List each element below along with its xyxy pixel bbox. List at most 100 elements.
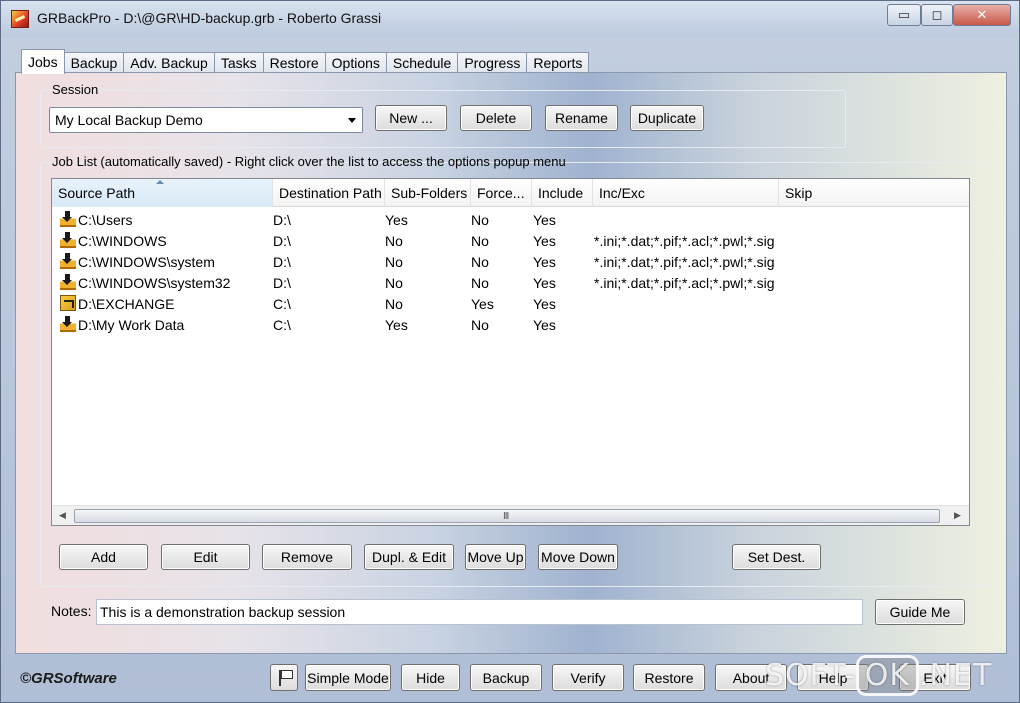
cell-source: C:\WINDOWS\system [78,254,215,270]
cell-source: C:\Users [78,212,133,228]
cell-include: Yes [533,254,556,270]
edit-job-button[interactable]: Edit [161,544,250,570]
cell-force: No [471,212,489,228]
hide-button[interactable]: Hide [401,664,460,691]
session-select-value: My Local Backup Demo [55,112,203,128]
tab-jobs[interactable]: Jobs [21,49,65,74]
job-list[interactable]: Source Path Destination Path Sub-Folders… [51,178,970,526]
cell-sub: No [385,254,403,270]
rename-session-button[interactable]: Rename [545,105,618,131]
job-list-rows: C:\Users D:\ Yes No Yes C:\WINDOWS D:\ N… [52,209,969,335]
simple-mode-button[interactable]: Simple Mode [305,664,391,691]
move-up-button[interactable]: Move Up [465,544,526,570]
restore-button[interactable]: Restore [633,664,705,691]
tab-tasks[interactable]: Tasks [213,52,264,73]
session-select[interactable]: My Local Backup Demo [49,107,363,133]
tab-adv-backup[interactable]: Adv. Backup [123,52,215,73]
column-include[interactable]: Include [532,179,593,207]
cell-source: C:\WINDOWS [78,233,167,249]
cell-source: D:\My Work Data [78,317,185,333]
cell-dest: D:\ [273,254,291,270]
cell-force: No [471,275,489,291]
jobs-panel: Session My Local Backup Demo New ... Del… [15,72,1007,654]
flag-button[interactable] [270,664,298,691]
delete-session-button[interactable]: Delete [460,105,532,131]
cell-sub: No [385,233,403,249]
close-icon: ✕ [976,7,988,22]
window-title: GRBackPro - D:\@GR\HD-backup.grb - Rober… [37,10,382,26]
tab-restore[interactable]: Restore [262,52,326,73]
cell-force: No [471,254,489,270]
column-source-path[interactable]: Source Path [52,179,273,207]
notes-field[interactable]: This is a demonstration backup session [96,599,863,625]
watermark: SOFT- OK .NET [765,655,992,696]
table-row[interactable]: C:\WINDOWS D:\ No No Yes *.ini;*.dat;*.p… [52,230,969,251]
notes-label: Notes: [51,603,92,619]
guide-me-button[interactable]: Guide Me [875,599,965,625]
cell-sub: Yes [385,212,408,228]
table-row[interactable]: C:\Users D:\ Yes No Yes [52,209,969,230]
sort-ascending-icon [156,180,164,184]
cell-force: Yes [471,296,494,312]
title-bar[interactable]: GRBackPro - D:\@GR\HD-backup.grb - Rober… [1,1,1019,37]
cell-include: Yes [533,212,556,228]
tab-backup[interactable]: Backup [63,52,125,73]
cell-incexc: *.ini;*.dat;*.pif;*.acl;*.pwl;*.sig [594,275,775,291]
column-skip[interactable]: Skip [779,179,969,207]
verify-button[interactable]: Verify [552,664,624,691]
table-row[interactable]: C:\WINDOWS\system32 D:\ No No Yes *.ini;… [52,272,969,293]
chevron-down-icon [348,118,356,123]
minimize-button[interactable]: ▭ [887,4,921,26]
download-icon [60,316,76,332]
column-destination-path[interactable]: Destination Path [273,179,385,207]
column-sub-folders[interactable]: Sub-Folders [385,179,471,207]
cell-incexc: *.ini;*.dat;*.pif;*.acl;*.pwl;*.sig [594,254,775,270]
cell-include: Yes [533,233,556,249]
cell-force: No [471,233,489,249]
tab-options[interactable]: Options [324,52,387,73]
cell-force: No [471,317,489,333]
maximize-button[interactable]: ◻ [921,4,953,26]
column-force[interactable]: Force... [471,179,532,207]
session-group-label: Session [52,82,99,97]
tab-schedule[interactable]: Schedule [385,52,459,73]
table-row[interactable]: C:\WINDOWS\system D:\ No No Yes *.ini;*.… [52,251,969,272]
download-icon [60,211,76,227]
remove-job-button[interactable]: Remove [262,544,352,570]
grip-icon: III [503,511,509,522]
column-inc-exc[interactable]: Inc/Exc [593,179,779,207]
cell-incexc: *.ini;*.dat;*.pif;*.acl;*.pwl;*.sig [594,233,775,249]
horizontal-scrollbar[interactable]: ◀ III ▶ [52,505,969,525]
brand-logo: ©GRSoftware [20,670,117,687]
duplicate-edit-button[interactable]: Dupl. & Edit [364,544,454,570]
duplicate-session-button[interactable]: Duplicate [630,105,704,131]
move-down-button[interactable]: Move Down [538,544,618,570]
scroll-right-icon[interactable]: ▶ [954,510,961,521]
new-session-button[interactable]: New ... [375,105,447,131]
backup-button[interactable]: Backup [470,664,542,691]
add-job-button[interactable]: Add [59,544,148,570]
scroll-left-icon[interactable]: ◀ [59,510,66,521]
set-destination-button[interactable]: Set Dest. [732,544,821,570]
cell-dest: D:\ [273,233,291,249]
table-row[interactable]: D:\EXCHANGE C:\ No Yes Yes [52,293,969,314]
cell-dest: D:\ [273,212,291,228]
joblist-group-label: Job List (automatically saved) - Right c… [52,154,566,169]
app-logo-icon [11,10,29,28]
cell-include: Yes [533,296,556,312]
table-row[interactable]: D:\My Work Data C:\ Yes No Yes [52,314,969,335]
cell-include: Yes [533,275,556,291]
minimize-icon: ▭ [897,7,911,22]
close-button[interactable]: ✕ [953,4,1011,26]
tab-progress[interactable]: Progress [457,52,528,73]
cell-source: C:\WINDOWS\system32 [78,275,231,291]
tab-reports[interactable]: Reports [526,52,590,73]
download-icon [60,253,76,269]
cell-dest: C:\ [273,296,291,312]
job-list-header: Source Path Destination Path Sub-Folders… [52,179,969,207]
scrollbar-thumb[interactable]: III [74,509,940,523]
cell-dest: C:\ [273,317,291,333]
download-icon [60,232,76,248]
cell-include: Yes [533,317,556,333]
app-window: GRBackPro - D:\@GR\HD-backup.grb - Rober… [0,0,1020,703]
